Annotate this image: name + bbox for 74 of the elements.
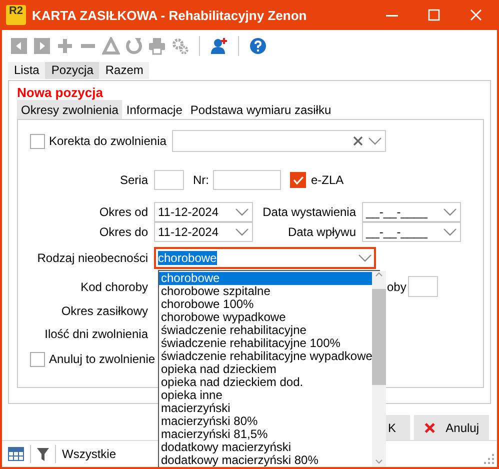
input-field[interactable]	[154, 170, 184, 190]
window-title: KARTA ZASIŁKOWA - Rehabilitacyjny Zenon	[32, 8, 308, 22]
chevron-down-icon	[443, 227, 457, 238]
field-label: Ilość dni zwolnienia	[44, 327, 149, 342]
checkbox-label: e-ZLA	[311, 173, 344, 188]
list-item[interactable]: dodatkowy macierzyński 80%	[159, 454, 372, 467]
tab[interactable]: Razem	[99, 62, 150, 80]
list-item[interactable]: macierzyński 81,5%	[159, 428, 372, 441]
input-field[interactable]	[213, 170, 281, 190]
date-field[interactable]: __-__-____	[362, 202, 461, 222]
field-label: Rodzaj nieobecności	[36, 251, 149, 266]
field-label: Okres zasiłkowy	[60, 304, 149, 318]
panel-title: Nowa pozycja	[17, 85, 104, 100]
list-item[interactable]: świadczenie rehabilitacyjne	[159, 324, 372, 337]
dropdown-field[interactable]	[172, 130, 386, 152]
table-icon[interactable]	[8, 447, 24, 462]
checkbox[interactable]	[290, 172, 306, 188]
chevron-down-icon[interactable]	[368, 136, 382, 146]
list-item[interactable]: świadczenie rehabilitacyjne 100%	[159, 337, 372, 350]
checkbox-label: Korekta do zwolnienia	[49, 134, 166, 148]
list-item[interactable]: chorobowe szpitalne	[159, 285, 372, 298]
filter-icon[interactable]	[37, 447, 49, 462]
field-label: Okres od	[98, 205, 149, 220]
cancel-button[interactable]: Anuluj	[414, 415, 489, 440]
chevron-down-icon	[235, 207, 249, 218]
list-item[interactable]: opieka nad dzieckiem dod.	[159, 376, 372, 389]
field-label: Nr:	[193, 173, 209, 188]
checkmark-icon	[292, 176, 304, 185]
field-label: Data wystawienia	[262, 205, 357, 220]
maximize-icon	[428, 9, 440, 21]
field-label: Okres do	[98, 225, 149, 240]
field-label: Kod choroby	[80, 280, 149, 294]
date-field[interactable]: 11-12-2024	[154, 222, 253, 242]
field-label: oby	[387, 280, 406, 294]
date-field[interactable]: __-__-____	[362, 222, 461, 242]
date-value: __-__-____	[366, 205, 428, 220]
scroll-up-icon[interactable]	[375, 271, 384, 277]
tab[interactable]: Lista	[8, 62, 46, 80]
filter-label: Wszystkie	[62, 447, 116, 462]
checkbox[interactable]	[30, 134, 45, 149]
chevron-down-icon	[358, 253, 372, 264]
app-logo: R2	[6, 5, 26, 25]
date-value: 11-12-2024	[158, 205, 220, 220]
chevron-down-icon	[443, 207, 457, 218]
input-field[interactable]	[408, 276, 438, 298]
selected-value: chorobowe	[158, 251, 217, 266]
list-item[interactable]: macierzyński 80%	[159, 415, 372, 428]
close-icon	[470, 9, 482, 21]
clear-icon[interactable]	[353, 136, 364, 146]
resize-grip-icon[interactable]	[484, 454, 494, 464]
scroll-thumb[interactable]	[372, 289, 386, 385]
tab[interactable]: Okresy zwolnienia	[17, 100, 122, 120]
close-icon	[424, 420, 436, 435]
chevron-down-icon	[235, 227, 249, 238]
help-icon[interactable]	[249, 36, 267, 55]
list-item[interactable]: chorobowe wypadkowe	[159, 311, 372, 324]
tab[interactable]: Pozycja	[45, 62, 100, 80]
date-field[interactable]: 11-12-2024	[154, 202, 253, 222]
list-item[interactable]: chorobowe 100%	[159, 298, 372, 311]
field-label: Seria	[118, 173, 149, 188]
field-label: Data wpływu	[286, 225, 357, 240]
list-item[interactable]: świadczenie rehabilitacyjne wypadkowe	[159, 350, 372, 363]
list-item[interactable]: opieka inne	[159, 389, 372, 402]
checkbox[interactable]	[30, 352, 45, 367]
scroll-down-icon[interactable]	[375, 459, 384, 465]
checkbox-label: Anuluj to zwolnienie	[49, 352, 156, 366]
list-item[interactable]: macierzyński	[159, 402, 372, 415]
scrollbar[interactable]	[372, 271, 386, 467]
date-value: 11-12-2024	[158, 225, 220, 240]
list-item[interactable]: dodatkowy macierzyński	[159, 441, 372, 454]
date-value: __-__-____	[366, 225, 428, 240]
add-user-icon[interactable]	[210, 36, 228, 55]
list-item[interactable]: chorobowe	[159, 272, 372, 285]
list-item[interactable]: opieka nad dzieckiem	[159, 363, 372, 376]
